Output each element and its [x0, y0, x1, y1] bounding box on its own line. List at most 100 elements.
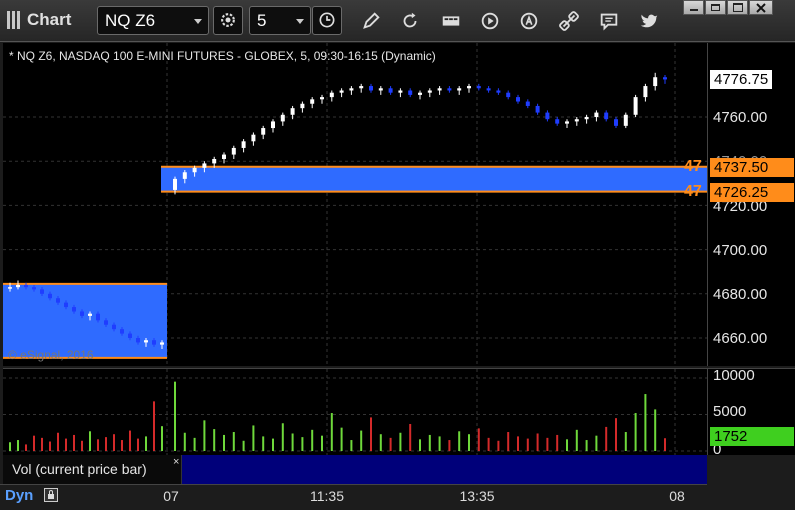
price-axis[interactable]: 4760.00 4740.00 4720.00 4700.00 4680.00 …: [707, 43, 795, 366]
volume-bar: [605, 426, 608, 451]
volume-bar: [57, 432, 59, 451]
candle-body: [160, 342, 164, 345]
candle-body: [120, 329, 124, 334]
link-icon[interactable]: [558, 10, 580, 32]
candle-body: [349, 88, 354, 91]
candle-body: [24, 284, 28, 288]
close-study-button[interactable]: ×: [173, 456, 179, 468]
pencil-icon[interactable]: [360, 10, 382, 32]
symbol-selector[interactable]: NQ Z6: [97, 6, 209, 35]
time-axis-background: [0, 484, 707, 510]
dynamic-mode-label[interactable]: Dyn: [5, 487, 33, 504]
clock-icon: [319, 12, 335, 28]
volume-bar: [81, 440, 83, 451]
candle-body: [408, 90, 413, 95]
volume-bar: [137, 438, 139, 451]
candle-body: [604, 112, 609, 120]
volume-bar: [242, 440, 245, 451]
volume-axis[interactable]: 10000 5000 0 1752: [707, 367, 795, 458]
volume-bar: [634, 413, 637, 451]
study-bar: Vol (current price bar) ×: [3, 455, 707, 484]
close-icon: [756, 3, 766, 13]
settings-icon: [221, 13, 235, 27]
play-icon[interactable]: [479, 10, 501, 32]
volume-bar: [507, 432, 510, 451]
volume-bar: [379, 434, 382, 451]
symbol-value: NQ Z6: [105, 11, 156, 30]
candle-body: [290, 108, 295, 115]
current-volume-tag: 1752: [710, 427, 794, 446]
volume-bar: [145, 436, 147, 451]
twitter-icon[interactable]: [638, 10, 660, 32]
volume-bar: [193, 437, 196, 451]
candle-body: [516, 97, 520, 102]
candle-body: [388, 88, 393, 93]
volume-bar: [389, 437, 392, 451]
candle-body: [136, 338, 140, 343]
volume-bar: [370, 417, 372, 451]
volume-bar: [49, 441, 51, 451]
zone-low-side-label: 47: [684, 183, 702, 200]
candle-body: [565, 121, 569, 124]
candle-body: [241, 141, 246, 148]
minimize-button[interactable]: [683, 0, 704, 15]
candle-body: [329, 92, 334, 98]
comment-icon[interactable]: [598, 10, 620, 32]
volume-bar: [468, 434, 470, 451]
candle-body: [574, 119, 579, 122]
time-axis[interactable]: Dyn 07 11:35 13:35 08: [0, 484, 795, 510]
interval-selector[interactable]: 5: [249, 6, 311, 35]
volume-chart[interactable]: [3, 368, 707, 456]
price-label: 4700.00: [713, 242, 768, 259]
candle-body: [359, 86, 364, 89]
time-template-button[interactable]: [312, 6, 342, 35]
lock-icon[interactable]: [44, 488, 58, 502]
supply-zone: [161, 166, 707, 192]
candle-body: [418, 92, 422, 95]
candle-body: [584, 117, 589, 120]
maximize-icon: [733, 3, 743, 12]
candle-body: [128, 333, 132, 338]
candle-body: [231, 147, 236, 155]
refresh-icon[interactable]: [399, 10, 421, 32]
volume-bar: [41, 437, 43, 451]
maximize-button[interactable]: [727, 0, 748, 15]
volume-bar: [213, 429, 216, 451]
settings-button[interactable]: [213, 6, 243, 35]
volume-bar: [409, 423, 412, 451]
candle-body: [202, 163, 207, 168]
volume-bar: [458, 431, 461, 451]
volume-bar: [556, 434, 559, 451]
price-chart[interactable]: * NQ Z6, NASDAQ 100 E-MINI FUTURES - GLO…: [3, 43, 707, 366]
watermark: © eSignal, 2016: [8, 348, 94, 362]
candle-body: [40, 289, 44, 294]
candle-body: [48, 293, 52, 299]
volume-bar: [438, 436, 441, 451]
candle-body: [437, 88, 442, 91]
candle-body: [339, 90, 344, 93]
volume-bar: [153, 401, 155, 451]
time-label: 13:35: [459, 488, 495, 504]
alert-icon[interactable]: [518, 10, 540, 32]
volume-label: 10000: [713, 367, 755, 384]
candle-body: [486, 88, 491, 91]
volume-bar: [321, 435, 323, 451]
volume-bar: [654, 409, 657, 451]
candle-body: [623, 114, 628, 126]
volume-bar: [575, 429, 578, 451]
candle-body: [300, 103, 305, 109]
candle-body: [555, 119, 560, 124]
volume-bar: [223, 434, 225, 451]
price-label: 4760.00: [713, 109, 768, 126]
close-button[interactable]: [749, 0, 773, 15]
news-icon[interactable]: [440, 10, 462, 32]
volume-study-label[interactable]: Vol (current price bar): [3, 455, 182, 484]
volume-bar: [536, 433, 539, 451]
restore-button[interactable]: [705, 0, 726, 15]
candle-body: [173, 178, 177, 190]
volume-bar: [281, 423, 284, 451]
time-label: 11:35: [310, 488, 344, 504]
candle-body: [280, 114, 285, 122]
volume-bar: [585, 440, 588, 451]
candle-body: [663, 77, 667, 80]
